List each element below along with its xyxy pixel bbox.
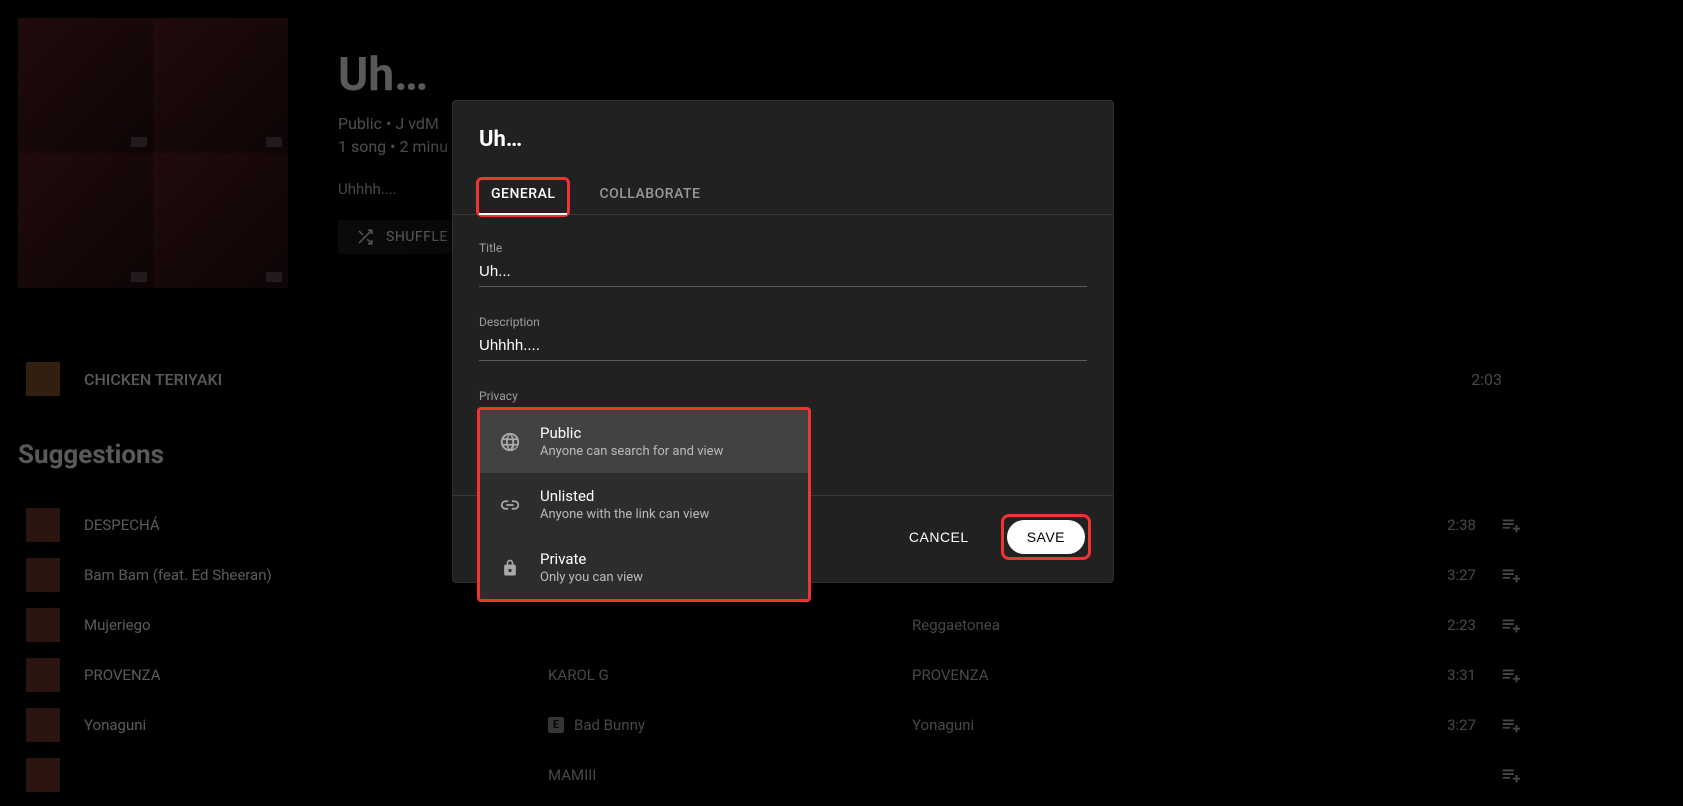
description-field-label: Description (479, 315, 1087, 329)
song-album: Reggaetonea (912, 616, 1372, 634)
song-duration: 3:27 (1396, 716, 1476, 734)
song-duration: 3:31 (1396, 666, 1476, 684)
song-duration: 2:03 (1471, 370, 1502, 389)
song-artist: KAROL G (548, 666, 888, 684)
playlist-cover (18, 18, 288, 288)
privacy-public-desc: Anyone can search for and view (540, 444, 723, 459)
description-input[interactable] (479, 333, 1087, 361)
privacy-private-title: Private (540, 550, 643, 568)
add-to-playlist-icon[interactable] (1500, 564, 1540, 586)
suggestion-row[interactable]: MAMIII (26, 750, 1659, 800)
edit-playlist-modal: Uh… GENERAL COLLABORATE Title Descriptio… (452, 100, 1114, 583)
song-artist: MAMIII (548, 766, 888, 784)
song-thumb (26, 758, 60, 792)
explicit-badge: E (548, 717, 564, 733)
suggestion-row[interactable]: PROVENZA KAROL G PROVENZA 3:31 (26, 650, 1659, 700)
globe-icon (498, 430, 522, 454)
shuffle-label: SHUFFLE (386, 229, 448, 245)
modal-title: Uh… (453, 101, 1113, 162)
playlist-description: Uhhhh.... (338, 180, 466, 198)
privacy-field-label: Privacy (479, 389, 1087, 403)
song-album: PROVENZA (912, 666, 1372, 684)
title-input[interactable] (479, 259, 1087, 287)
add-to-playlist-icon[interactable] (1500, 664, 1540, 686)
song-album: Yonaguni (912, 716, 1372, 734)
song-thumb (26, 508, 60, 542)
song-thumb (26, 558, 60, 592)
suggestions-heading: Suggestions (18, 440, 164, 470)
suggestion-row[interactable]: Mujeriego Reggaetonea 2:23 (26, 600, 1659, 650)
tab-general[interactable]: GENERAL (476, 177, 570, 217)
song-name: PROVENZA (84, 666, 524, 684)
shuffle-icon (356, 228, 374, 246)
link-icon (498, 493, 522, 517)
lock-icon (498, 556, 522, 580)
shuffle-button[interactable]: SHUFFLE (338, 220, 466, 254)
add-to-playlist-icon[interactable] (1500, 764, 1540, 786)
add-to-playlist-icon[interactable] (1500, 714, 1540, 736)
song-duration: 3:27 (1396, 566, 1476, 584)
add-to-playlist-icon[interactable] (1500, 614, 1540, 636)
privacy-dropdown[interactable]: Public Anyone can search for and view Un… (477, 407, 811, 602)
playlist-meta-2: 1 song • 2 minu (338, 137, 466, 156)
song-thumb (26, 708, 60, 742)
privacy-option-unlisted[interactable]: Unlisted Anyone with the link can view (480, 473, 808, 536)
privacy-option-public[interactable]: Public Anyone can search for and view (480, 410, 808, 473)
privacy-option-private[interactable]: Private Only you can view (480, 536, 808, 599)
suggestion-row[interactable]: Yonaguni EBad Bunny Yonaguni 3:27 (26, 700, 1659, 750)
save-button[interactable]: SAVE (1007, 520, 1085, 554)
song-name: Yonaguni (84, 716, 524, 734)
song-thumb (26, 658, 60, 692)
song-artist: EBad Bunny (548, 716, 888, 734)
playlist-title: Uh… (338, 48, 466, 102)
song-thumb (26, 362, 60, 396)
add-to-playlist-icon[interactable] (1500, 514, 1540, 536)
song-name: Mujeriego (84, 616, 524, 634)
song-duration: 2:23 (1396, 616, 1476, 634)
song-duration: 2:38 (1396, 516, 1476, 534)
privacy-private-desc: Only you can view (540, 570, 643, 585)
title-field-label: Title (479, 241, 1087, 255)
playlist-meta-1: Public • J vdM (338, 114, 466, 133)
privacy-public-title: Public (540, 424, 723, 442)
privacy-unlisted-title: Unlisted (540, 487, 709, 505)
cancel-button[interactable]: CANCEL (903, 528, 975, 546)
song-title[interactable]: CHICKEN TERIYAKI (84, 370, 222, 389)
tab-collaborate[interactable]: COLLABORATE (591, 180, 708, 214)
privacy-unlisted-desc: Anyone with the link can view (540, 507, 709, 522)
song-thumb (26, 608, 60, 642)
